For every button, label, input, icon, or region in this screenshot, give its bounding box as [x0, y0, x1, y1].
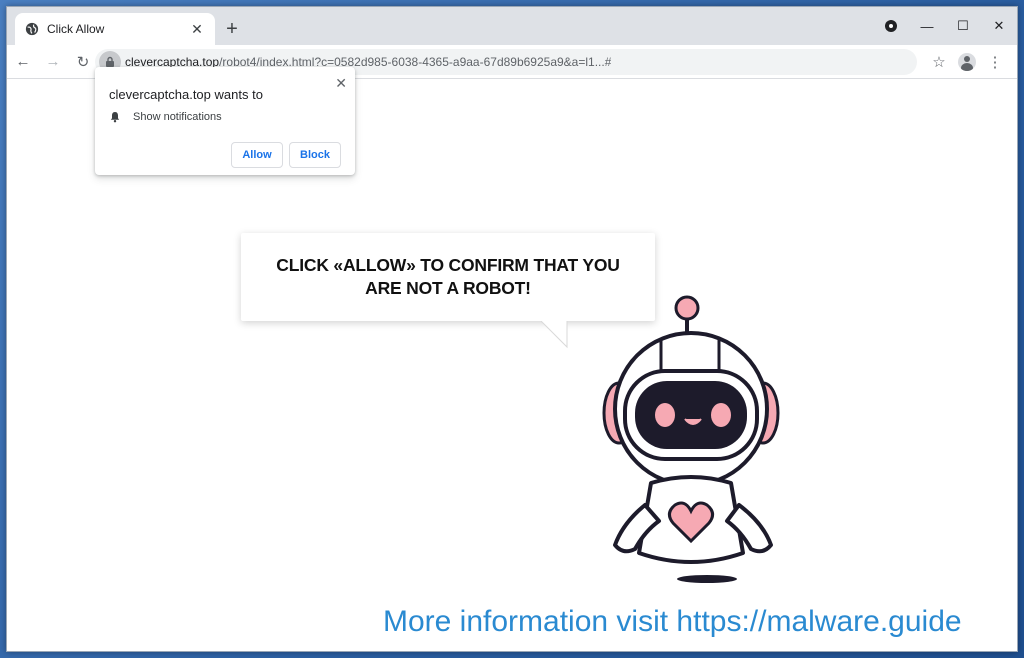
minimize-button[interactable]: — [909, 11, 945, 41]
bookmark-star-icon[interactable]: ☆ [925, 49, 953, 75]
bell-icon [110, 112, 120, 123]
back-button[interactable]: ← [9, 48, 37, 76]
toolbar-right: ☆ ⋮ [925, 49, 1009, 75]
bubble-text: CLICK «ALLOW» TO CONFIRM THAT YOU ARE NO… [276, 254, 620, 300]
browser-window: Click Allow ✕ + — ☐ ✕ ← → ↻ clevercaptch… [6, 6, 1018, 652]
globe-icon [25, 22, 39, 36]
bubble-line-2: ARE NOT A ROBOT! [365, 278, 531, 298]
tab-strip: Click Allow ✕ + — ☐ ✕ [7, 7, 1017, 45]
reload-button[interactable]: ↻ [69, 48, 97, 76]
page-content: clevercaptcha.top wants to ✕ Show notifi… [7, 67, 1017, 651]
notification-permission-popup: clevercaptcha.top wants to ✕ Show notifi… [95, 67, 355, 175]
block-button[interactable]: Block [289, 142, 341, 168]
popup-close-icon[interactable]: ✕ [335, 75, 347, 92]
watermark-text: More information visit https://malware.g… [383, 605, 962, 638]
tab-click-allow[interactable]: Click Allow ✕ [15, 13, 215, 45]
profile-button[interactable] [953, 49, 981, 75]
allow-button[interactable]: Allow [231, 142, 283, 168]
new-tab-button[interactable]: + [221, 19, 243, 41]
forward-button[interactable]: → [39, 48, 67, 76]
profile-icon [958, 53, 976, 71]
maximize-button[interactable]: ☐ [945, 11, 981, 41]
window-controls: — ☐ ✕ [873, 7, 1017, 45]
speech-bubble: CLICK «ALLOW» TO CONFIRM THAT YOU ARE NO… [241, 233, 655, 321]
close-window-button[interactable]: ✕ [981, 11, 1017, 41]
permission-row: Show notifications [109, 111, 222, 123]
menu-button[interactable]: ⋮ [981, 49, 1009, 75]
permission-label: Show notifications [133, 111, 222, 123]
tab-title: Click Allow [47, 22, 105, 36]
bubble-tail [537, 319, 571, 349]
robot-illustration [602, 295, 780, 583]
tab-close-icon[interactable]: ✕ [189, 21, 205, 38]
bubble-line-1: CLICK «ALLOW» TO CONFIRM THAT YOU [276, 255, 620, 275]
extension-record-icon[interactable] [873, 11, 909, 41]
permission-title: clevercaptcha.top wants to [109, 87, 263, 102]
